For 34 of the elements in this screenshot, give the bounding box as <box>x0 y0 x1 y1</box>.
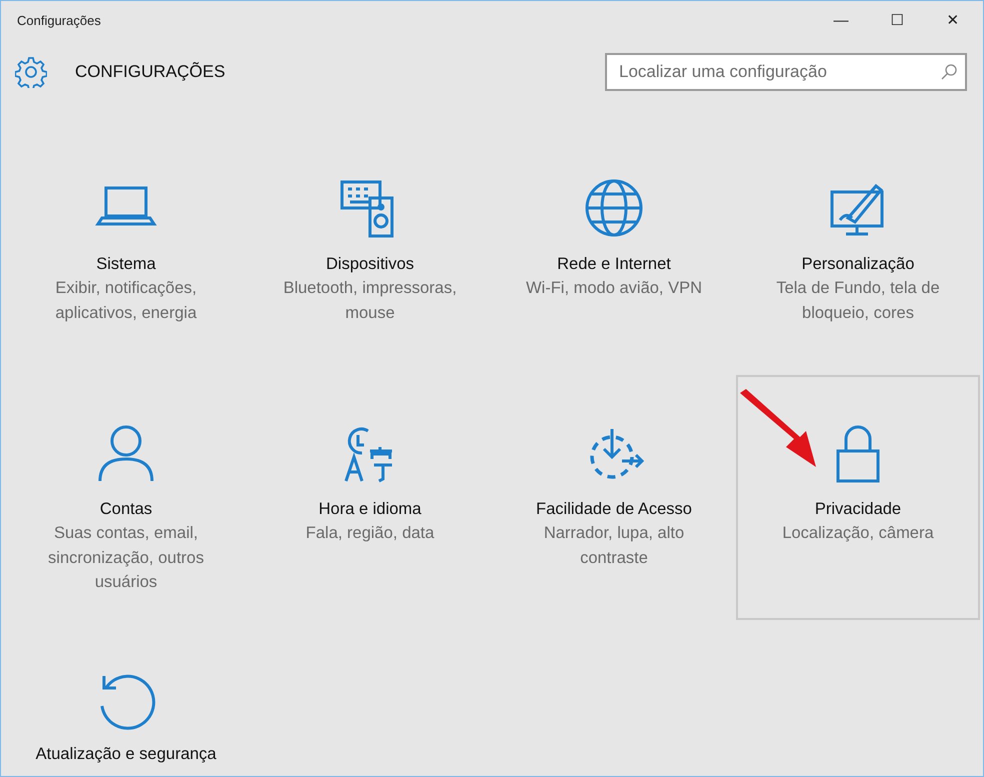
tile-title: Dispositivos <box>324 254 416 275</box>
tile-title: Atualização e segurança <box>34 744 218 765</box>
tile-title: Sistema <box>95 254 157 275</box>
tile-description: Wi-Fi, modo avião, VPN <box>524 278 704 299</box>
tile-description: Narrador, lupa, alto contraste <box>542 523 686 568</box>
tile-title: Facilidade de Acesso <box>535 499 693 520</box>
tile-description: Exibir, notificações, aplicativos, energia <box>54 278 198 324</box>
minimize-button[interactable]: — <box>813 1 869 41</box>
tile-title: Personalização <box>800 254 916 275</box>
tile-description: Localização, câmera <box>781 523 935 544</box>
settings-tile[interactable]: Contas Suas contas, email, sincronização, outros usuários <box>4 375 248 620</box>
window-title: Configurações <box>17 12 102 30</box>
tile-description: Fala, região, data <box>304 523 436 544</box>
settings-tile[interactable]: Rede e Internet Wi-Fi, modo avião, VPN <box>492 130 736 375</box>
close-button[interactable]: ✕ <box>925 1 981 41</box>
tile-title: Contas <box>98 499 154 520</box>
settings-tile[interactable]: Privacidade Localização, câmera <box>736 375 980 620</box>
tile-title: Privacidade <box>814 499 902 520</box>
settings-tile[interactable]: Dispositivos Bluetooth, impressoras, mouse <box>248 130 492 375</box>
search-field[interactable]: Localizar uma configuração <box>605 53 967 91</box>
settings-tile[interactable]: Sistema Exibir, notificações, aplicativos, energia <box>4 130 248 375</box>
settings-tile[interactable]: Atualização e segurança <box>4 620 248 776</box>
settings-icon <box>15 56 47 88</box>
tile-description: Bluetooth, impressoras, mouse <box>282 278 458 324</box>
settings-tile[interactable]: Personalização Tela de Fundo, tela de bloqueio, cores <box>736 130 980 375</box>
tile-description: Tela de Fundo, tela de bloqueio, cores <box>775 278 941 324</box>
maximize-button[interactable]: ☐ <box>869 1 925 41</box>
settings-tile[interactable]: Facilidade de Acesso Narrador, lupa, alto contraste <box>492 375 736 620</box>
search-icon <box>941 64 957 80</box>
settings-tile[interactable]: Hora e idioma Fala, região, data <box>248 375 492 620</box>
page-heading: CONFIGURAÇÕES <box>75 61 226 84</box>
tile-title: Rede e Internet <box>556 254 672 275</box>
tile-title: Hora e idioma <box>318 499 422 520</box>
tile-description: Suas contas, email, sincronização, outros usuários <box>47 523 205 593</box>
